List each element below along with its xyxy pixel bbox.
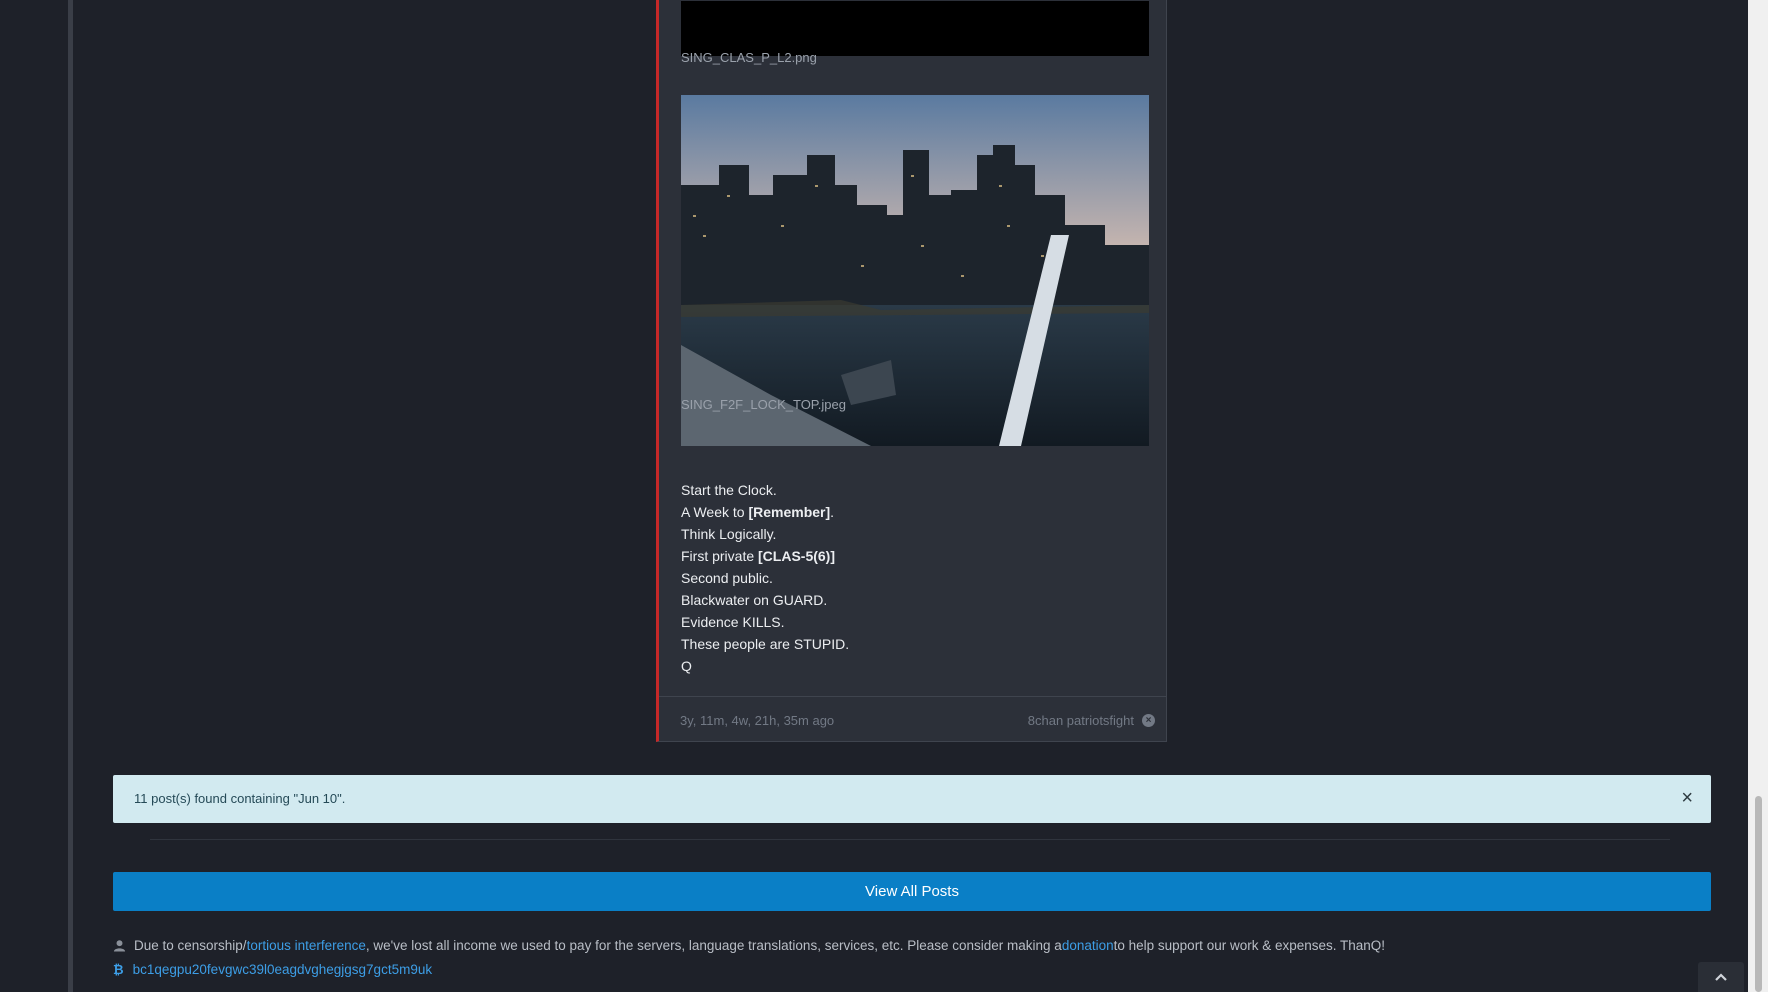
post-line: First private [CLAS-5(6)]: [681, 545, 849, 567]
scroll-to-top-button[interactable]: [1698, 962, 1744, 992]
divider: [150, 839, 1670, 840]
tortious-interference-link[interactable]: tortious interference: [247, 938, 366, 953]
post-image-2[interactable]: [681, 95, 1149, 446]
post-line-bold: [Remember]: [748, 504, 831, 520]
donation-link[interactable]: donation: [1062, 938, 1114, 953]
close-circle-icon[interactable]: ×: [1142, 714, 1155, 727]
bitcoin-address-link[interactable]: bc1qegpu20fevgwc39l0eagdvghegjgsg7gct5m9…: [133, 962, 432, 977]
post-line-text: A Week to: [681, 504, 749, 520]
notice-text: Due to censorship/: [134, 938, 247, 953]
post-card: SING_CLAS_P_L2.png SING_F2F_LOCK_TOP.jpe…: [656, 0, 1167, 742]
file-caption-2[interactable]: SING_F2F_LOCK_TOP.jpeg: [681, 397, 846, 412]
scrollbar-thumb[interactable]: [1755, 796, 1762, 992]
post-line-text: .: [830, 504, 835, 520]
user-icon: [113, 940, 126, 952]
view-all-posts-button[interactable]: View All Posts: [113, 872, 1711, 911]
post-line: Blackwater on GUARD.: [681, 592, 828, 608]
post-line: A Week to [Remember].: [681, 501, 849, 523]
bitcoin-address: ₿ bc1qegpu20fevgwc39l0eagdvghegjgsg7gct5…: [113, 962, 432, 977]
notice-text: , we've lost all income we used to pay f…: [365, 938, 1062, 953]
post-line: Evidence KILLS.: [681, 614, 785, 630]
post-signature: Q: [681, 658, 692, 674]
post-image-1[interactable]: [681, 1, 1149, 56]
post-line: Start the Clock.: [681, 482, 777, 498]
bitcoin-icon: ₿: [113, 962, 124, 977]
post-line-bold: [CLAS-5(6)]: [758, 548, 836, 564]
chevron-up-icon: [1715, 973, 1727, 981]
post-body: Start the Clock. A Week to [Remember]. T…: [681, 479, 849, 677]
post-line: Second public.: [681, 570, 773, 586]
page: SING_CLAS_P_L2.png SING_F2F_LOCK_TOP.jpe…: [0, 0, 1768, 992]
search-result-message: 11 post(s) found containing "Jun 10".: [134, 791, 346, 806]
donation-notice: Due to censorship/tortious interference,…: [113, 938, 1385, 953]
post-source[interactable]: 8chan patriotsfight ×: [1028, 713, 1155, 728]
search-result-alert: 11 post(s) found containing "Jun 10". ×: [113, 775, 1711, 823]
post-footer: 3y, 11m, 4w, 21h, 35m ago 8chan patriots…: [659, 696, 1167, 742]
post-line: Think Logically.: [681, 526, 777, 542]
post-line: These people are STUPID.: [681, 636, 850, 652]
post-time-ago[interactable]: 3y, 11m, 4w, 21h, 35m ago: [680, 713, 834, 728]
post-line-text: First private: [681, 548, 759, 564]
alert-close-icon[interactable]: ×: [1681, 786, 1693, 810]
notice-text: to help support our work & expenses. Tha…: [1113, 938, 1386, 953]
file-caption-1[interactable]: SING_CLAS_P_L2.png: [681, 50, 817, 65]
post-source-label[interactable]: 8chan patriotsfight: [1028, 713, 1134, 728]
left-rail: [68, 0, 73, 992]
